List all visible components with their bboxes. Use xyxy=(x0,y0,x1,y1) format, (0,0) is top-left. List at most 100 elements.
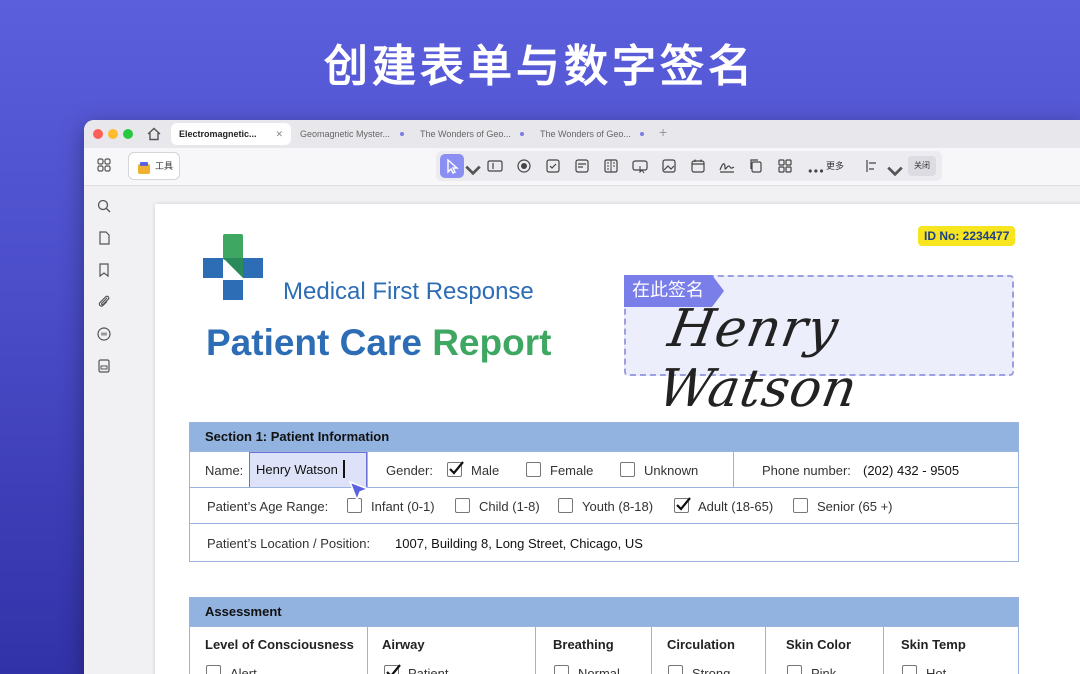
location-label: Patient’s Location / Position: xyxy=(207,536,371,551)
tools-button[interactable]: 工具 xyxy=(128,152,180,180)
tab-label: The Wonders of Geo... xyxy=(540,129,631,139)
alert-checkbox[interactable] xyxy=(206,665,221,674)
unsaved-dot-icon xyxy=(520,132,524,136)
gender-unknown-label: Unknown xyxy=(644,463,699,478)
assessment-section: Assessment Level of Consciousness Alert … xyxy=(189,597,1019,674)
date-icon[interactable] xyxy=(689,157,707,175)
text-field-icon[interactable] xyxy=(486,157,504,175)
normal-checkbox[interactable] xyxy=(554,665,569,674)
id-badge: ID No: 2234477 xyxy=(918,226,1016,246)
age-youth-label: Youth (8-18) xyxy=(582,499,654,514)
consciousness-header: Level of Consciousness xyxy=(205,637,354,652)
skin-temp-header: Skin Temp xyxy=(901,637,966,652)
unsaved-dot-icon xyxy=(400,132,404,136)
combo-icon[interactable] xyxy=(573,157,591,175)
location-row: Patient’s Location / Position: 1007, Bui… xyxy=(190,523,1018,561)
age-child-label: Child (1-8) xyxy=(479,499,540,514)
close-tab-icon[interactable]: ✕ xyxy=(275,123,283,145)
grid-icon[interactable] xyxy=(776,157,794,175)
signature-field[interactable]: 在此签名 Henry Watson xyxy=(624,275,1014,419)
strong-label: Strong xyxy=(692,666,731,674)
divider xyxy=(733,452,734,487)
image-icon[interactable] xyxy=(660,157,678,175)
report-title: Patient Care Report xyxy=(206,322,551,364)
medical-cross-logo-icon xyxy=(203,234,263,302)
select-dropdown-chevron-icon[interactable] xyxy=(464,161,481,176)
attachment-icon[interactable] xyxy=(96,294,112,310)
age-adult-checkbox[interactable] xyxy=(674,497,691,513)
thumbnails-grid-icon[interactable] xyxy=(96,157,112,173)
radio-icon[interactable] xyxy=(515,157,533,175)
divider xyxy=(651,627,652,674)
new-tab-plus-icon[interactable]: + xyxy=(659,124,667,140)
age-infant-label: Infant (0-1) xyxy=(371,499,435,514)
signature-text: Henry Watson xyxy=(653,299,863,419)
hot-label: Hot xyxy=(926,666,947,674)
pink-checkbox[interactable] xyxy=(787,665,802,674)
tab-bar: Electromagnetic... ✕ Geomagnetic Myster.… xyxy=(84,120,1080,148)
checkbox-icon[interactable] xyxy=(544,157,562,175)
close-window-button[interactable] xyxy=(93,129,103,139)
tab-3[interactable]: The Wonders of Geo... xyxy=(412,123,532,145)
signature-icon[interactable] xyxy=(718,157,736,175)
gender-male-label: Male xyxy=(471,463,500,478)
home-icon[interactable] xyxy=(146,126,162,142)
circulation-header: Circulation xyxy=(667,637,735,652)
phone-label: Phone number: xyxy=(762,463,851,478)
divider xyxy=(367,627,368,674)
age-adult-label: Adult (18-65) xyxy=(698,499,774,514)
more-dots-icon[interactable] xyxy=(808,162,824,173)
report-title-part2: Report xyxy=(432,322,552,363)
age-senior-checkbox[interactable] xyxy=(793,498,808,513)
name-label: Name: xyxy=(205,463,244,478)
skin-color-header: Skin Color xyxy=(786,637,852,652)
tab-2[interactable]: Geomagnetic Myster... xyxy=(292,123,412,145)
gender-female-checkbox[interactable] xyxy=(526,462,541,477)
tab-1[interactable]: Electromagnetic... ✕ xyxy=(171,123,291,145)
unsaved-dot-icon xyxy=(640,132,644,136)
align-icon[interactable] xyxy=(864,157,882,175)
strong-checkbox[interactable] xyxy=(668,665,683,674)
close-form-editing-button[interactable]: 关闭 xyxy=(908,156,936,176)
patient-information-section: Section 1: Patient Information Name: Hen… xyxy=(189,422,1019,562)
minimize-window-button[interactable] xyxy=(108,129,118,139)
phone-value[interactable]: (202) 432 - 9505 xyxy=(863,463,959,478)
gender-label: Gender: xyxy=(386,463,433,478)
app-window: Electromagnetic... ✕ Geomagnetic Myster.… xyxy=(84,120,1080,674)
form-tools-group: 更多 关闭 xyxy=(436,151,942,181)
tab-label: The Wonders of Geo... xyxy=(420,129,511,139)
align-chevron-icon[interactable] xyxy=(886,162,903,177)
gender-male-checkbox[interactable] xyxy=(447,461,464,477)
airway-header: Airway xyxy=(382,637,425,652)
name-gender-phone-row: Name: Henry Watson Gender: Male Female U… xyxy=(190,451,1018,488)
age-child-checkbox[interactable] xyxy=(455,498,470,513)
select-tool-button[interactable] xyxy=(440,154,464,178)
section-1-title: Section 1: Patient Information xyxy=(190,423,1018,451)
report-title-part1: Patient Care xyxy=(206,322,422,363)
tab-label: Geomagnetic Myster... xyxy=(300,129,391,139)
button-icon[interactable] xyxy=(631,157,649,175)
page-icon[interactable] xyxy=(96,230,112,246)
divider xyxy=(535,627,536,674)
left-sidebar xyxy=(84,186,124,674)
more-label[interactable]: 更多 xyxy=(826,159,844,172)
age-youth-checkbox[interactable] xyxy=(558,498,573,513)
patient-checkbox[interactable] xyxy=(384,664,401,674)
assessment-title: Assessment xyxy=(190,598,1018,626)
breathing-header: Breathing xyxy=(553,637,614,652)
hot-checkbox[interactable] xyxy=(902,665,917,674)
tools-icon xyxy=(137,159,151,174)
comment-icon[interactable] xyxy=(96,326,112,342)
zoom-window-button[interactable] xyxy=(123,129,133,139)
divider xyxy=(765,627,766,674)
gender-unknown-checkbox[interactable] xyxy=(620,462,635,477)
list-icon[interactable] xyxy=(602,157,620,175)
location-value[interactable]: 1007, Building 8, Long Street, Chicago, … xyxy=(395,536,643,551)
text-caret xyxy=(343,460,345,478)
copy-icon[interactable] xyxy=(747,157,765,175)
form-icon[interactable] xyxy=(96,358,112,374)
search-icon[interactable] xyxy=(96,198,112,214)
pink-label: Pink xyxy=(811,666,837,674)
bookmark-icon[interactable] xyxy=(96,262,112,278)
tab-4[interactable]: The Wonders of Geo... xyxy=(532,123,652,145)
